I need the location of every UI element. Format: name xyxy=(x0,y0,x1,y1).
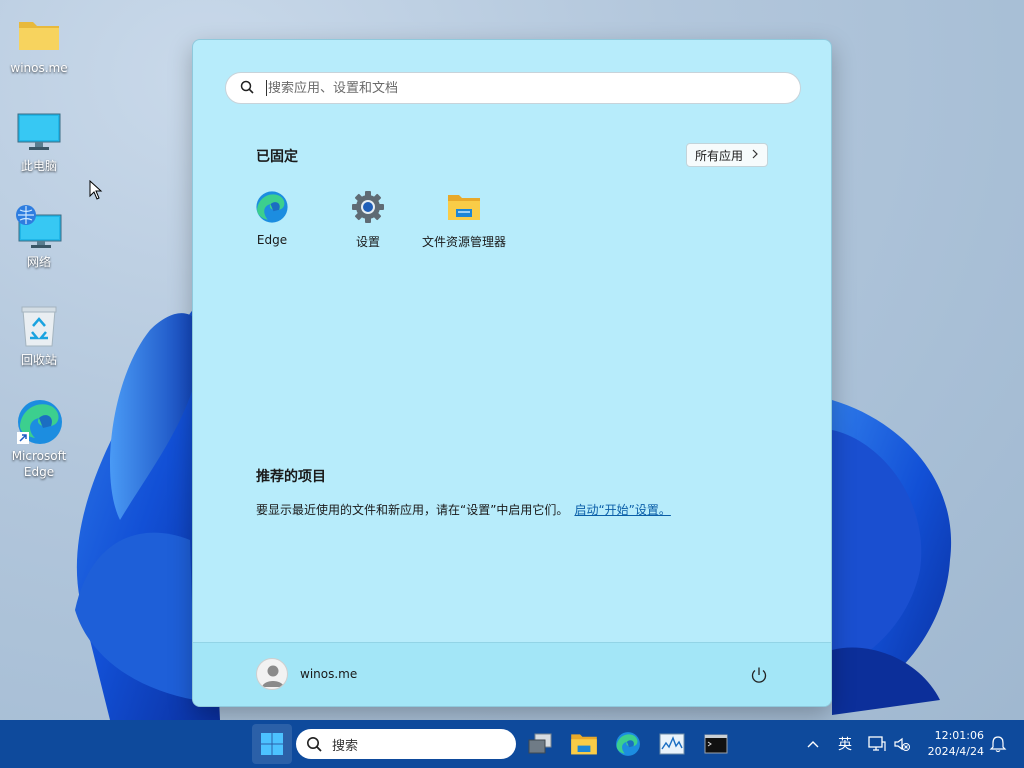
start-search-box[interactable] xyxy=(225,72,801,104)
pinned-app-edge[interactable]: Edge xyxy=(224,189,320,247)
edge-icon xyxy=(15,398,63,446)
terminal-icon xyxy=(704,734,728,754)
taskbar-terminal[interactable] xyxy=(696,724,736,764)
taskbar-search-label: 搜索 xyxy=(332,738,359,754)
monitor-icon xyxy=(15,108,63,156)
gear-icon xyxy=(350,189,386,225)
all-apps-label: 所有应用 xyxy=(695,148,744,163)
notification-bell-icon xyxy=(989,736,1007,753)
pinned-app-label: 设置 xyxy=(355,235,380,249)
taskbar-search[interactable]: 搜索 xyxy=(296,729,516,759)
network-status-icon xyxy=(868,736,886,751)
desktop-icon-label: 网络 xyxy=(26,255,51,269)
all-apps-button[interactable]: 所有应用 xyxy=(686,143,769,167)
recycle-bin-icon xyxy=(15,302,63,350)
taskbar-file-explorer[interactable] xyxy=(564,724,604,764)
task-view-icon xyxy=(528,733,552,754)
folder-icon xyxy=(15,10,63,58)
power-icon xyxy=(751,667,767,683)
pinned-app-file-explorer[interactable]: 文件资源管理器 xyxy=(416,189,512,250)
edge-icon xyxy=(254,189,290,225)
system-clock[interactable]: 12:01:06 2024/4/24 xyxy=(922,728,984,760)
desktop-icon-winos[interactable]: winos.me xyxy=(0,10,78,76)
edge-icon xyxy=(616,732,640,756)
input-method-indicator[interactable]: 英 xyxy=(833,732,857,756)
desktop-icon-edge[interactable]: Microsoft Edge xyxy=(0,398,78,480)
search-icon xyxy=(240,80,254,97)
taskbar-edge[interactable] xyxy=(608,724,648,764)
chevron-right-icon xyxy=(751,148,759,162)
mouse-cursor-icon xyxy=(89,180,103,200)
taskbar: 搜索 英 12:01:06 2024/4/24 xyxy=(0,720,1024,768)
file-explorer-icon xyxy=(571,734,597,755)
start-footer: winos.me xyxy=(193,642,831,706)
text-caret xyxy=(266,80,267,96)
volume-muted-icon xyxy=(894,737,910,751)
start-settings-link[interactable]: 启动“开始”设置。 xyxy=(574,503,670,517)
clock-time: 12:01:06 xyxy=(934,729,984,742)
start-button[interactable] xyxy=(252,724,292,764)
chevron-up-icon xyxy=(807,741,819,748)
recommended-message: 要显示最近使用的文件和新应用，请在“设置”中启用它们。 启动“开始”设置。 xyxy=(256,501,671,518)
pinned-app-label: Edge xyxy=(256,233,288,247)
performance-monitor-icon xyxy=(659,733,685,755)
power-button[interactable] xyxy=(749,665,769,685)
taskbar-performance-monitor[interactable] xyxy=(652,724,692,764)
desktop-icon-network[interactable]: 网络 xyxy=(0,204,78,270)
windows-logo-icon xyxy=(261,733,283,755)
search-icon xyxy=(307,737,322,752)
desktop-icon-label: 此电脑 xyxy=(20,159,57,173)
recommended-description: 要显示最近使用的文件和新应用，请在“设置”中启用它们。 xyxy=(256,503,569,517)
network-icon xyxy=(15,204,63,252)
notifications-button[interactable] xyxy=(986,732,1010,756)
user-name[interactable]: winos.me xyxy=(300,667,357,681)
volume-button[interactable] xyxy=(890,732,914,756)
folder-icon xyxy=(446,189,482,225)
network-status-button[interactable] xyxy=(865,732,889,756)
desktop-icon-this-pc[interactable]: 此电脑 xyxy=(0,108,78,174)
recommended-section-title: 推荐的项目 xyxy=(256,469,326,485)
pinned-section-title: 已固定 xyxy=(256,149,298,165)
task-view-button[interactable] xyxy=(520,724,560,764)
desktop-icon-label: 回收站 xyxy=(20,353,57,367)
pinned-app-settings[interactable]: 设置 xyxy=(320,189,416,250)
show-hidden-icons-button[interactable] xyxy=(801,732,825,756)
user-avatar[interactable] xyxy=(256,658,288,690)
start-menu: 已固定 所有应用 Edge xyxy=(192,39,832,707)
clock-date: 2024/4/24 xyxy=(927,745,984,758)
start-search-input[interactable] xyxy=(268,80,768,96)
desktop-icon-recycle-bin[interactable]: 回收站 xyxy=(0,302,78,368)
desktop-icon-label: Microsoft Edge xyxy=(11,449,67,479)
pinned-app-label: 文件资源管理器 xyxy=(421,235,506,249)
desktop-icon-label: winos.me xyxy=(10,61,68,75)
